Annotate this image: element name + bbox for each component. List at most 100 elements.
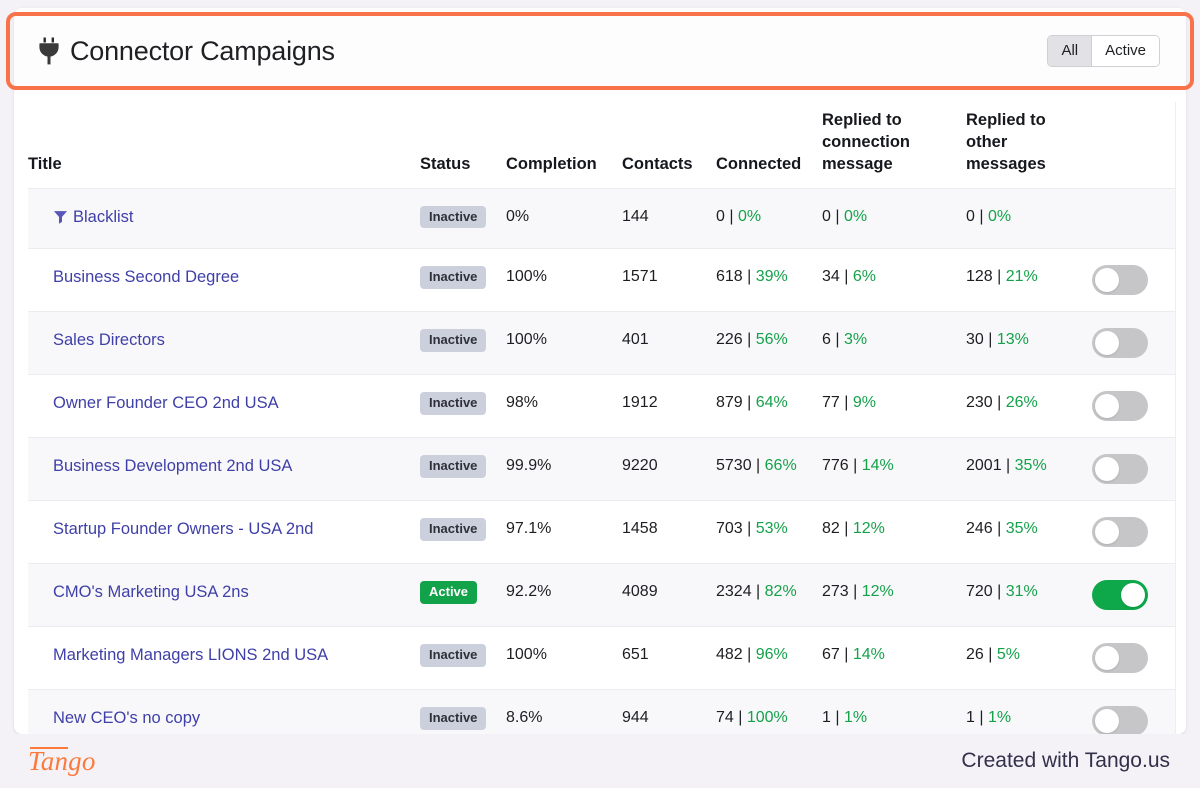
metric-separator: | xyxy=(742,520,756,538)
metric-separator: | xyxy=(839,646,853,664)
column-header-status[interactable]: Status xyxy=(420,102,506,188)
metric-count: 128 xyxy=(966,268,993,286)
cell-connected: 226 | 56% xyxy=(716,312,822,375)
cell-connected: 0 | 0% xyxy=(716,188,822,249)
table-row[interactable]: New CEO's no copy Inactive 8.6% 944 74 | 100… xyxy=(28,689,1186,734)
column-header-completion[interactable]: Completion xyxy=(506,102,622,188)
campaign-title-link[interactable]: Sales Directors xyxy=(53,331,165,349)
cell-toggle xyxy=(1088,501,1186,564)
cell-connected: 5730 | 66% xyxy=(716,438,822,501)
campaign-enable-toggle[interactable] xyxy=(1092,391,1148,422)
campaign-title-link[interactable]: Owner Founder CEO 2nd USA xyxy=(53,394,279,412)
cell-status: Inactive xyxy=(420,312,506,375)
metric-separator: | xyxy=(751,583,765,601)
metric-count: 0 xyxy=(822,207,831,225)
table-row[interactable]: Owner Founder CEO 2nd USA Inactive 98% 1912… xyxy=(28,374,1186,438)
status-badge: Inactive xyxy=(420,644,487,668)
campaign-enable-toggle[interactable] xyxy=(1092,643,1148,674)
campaign-enable-toggle[interactable] xyxy=(1092,580,1148,611)
column-header-replied-to-connection-message[interactable]: Replied to connection message xyxy=(822,102,966,188)
panel-header: Connector Campaigns All Active xyxy=(14,8,1186,94)
cell-replied-to-connection-message: 776 | 14% xyxy=(822,438,966,501)
metric-percent: 96% xyxy=(755,646,788,664)
metric-count: 230 xyxy=(966,394,993,412)
campaign-enable-toggle[interactable] xyxy=(1092,706,1148,734)
metric-percent: 3% xyxy=(843,331,868,349)
metric-percent: 0% xyxy=(987,207,1012,225)
metric-separator: | xyxy=(848,583,862,601)
cell-connected: 482 | 96% xyxy=(716,627,822,690)
metric-percent: 1% xyxy=(987,709,1012,727)
campaign-title-link[interactable]: Blacklist xyxy=(73,208,134,226)
metric-separator: | xyxy=(830,709,844,727)
table-row[interactable]: Business Second Degree Inactive 100% 1571 61… xyxy=(28,248,1186,312)
campaign-title-link[interactable]: New CEO's no copy xyxy=(53,709,200,727)
column-header-contacts[interactable]: Contacts xyxy=(622,102,716,188)
cell-completion: 98% xyxy=(506,394,539,412)
column-header-connected[interactable]: Connected xyxy=(716,102,822,188)
campaign-title-link[interactable]: Startup Founder Owners - USA 2nd xyxy=(53,520,313,538)
campaign-enable-toggle[interactable] xyxy=(1092,517,1148,548)
cell-completion: 99.9% xyxy=(506,457,552,475)
metric-separator: | xyxy=(742,331,756,349)
campaign-title-link[interactable]: CMO's Marketing USA 2ns xyxy=(53,583,249,601)
campaign-title-link[interactable]: Marketing Managers LIONS 2nd USA xyxy=(53,646,328,664)
table-row[interactable]: Startup Founder Owners - USA 2nd Inactive… xyxy=(28,500,1186,564)
metric-separator: | xyxy=(992,268,1006,286)
metric-percent: 31% xyxy=(1005,583,1038,601)
cell-status: Inactive xyxy=(420,690,506,734)
funnel-icon xyxy=(53,208,68,233)
table-body: Blacklist Inactive 0% 144 0 | 0% 0 | 0% 0 | 0%… xyxy=(28,188,1186,734)
metric-separator: | xyxy=(974,207,988,225)
metric-count: 776 xyxy=(822,457,849,475)
metric-separator: | xyxy=(983,331,997,349)
cell-completion: 8.6% xyxy=(506,709,543,727)
metric-count: 1 xyxy=(822,709,831,727)
metric-percent: 35% xyxy=(1014,457,1047,475)
status-badge: Active xyxy=(420,581,478,605)
metric-percent: 9% xyxy=(852,394,876,412)
toggle-knob xyxy=(1095,331,1119,356)
metric-count: 618 xyxy=(716,268,743,286)
status-filter-group[interactable]: All Active xyxy=(1047,35,1160,67)
campaign-enable-toggle[interactable] xyxy=(1092,454,1148,485)
metric-percent: 100% xyxy=(746,709,788,727)
cell-contacts: 651 xyxy=(622,646,649,664)
metric-count: 2001 xyxy=(966,457,1002,475)
metric-percent: 39% xyxy=(755,268,788,286)
campaign-enable-toggle[interactable] xyxy=(1092,328,1148,359)
status-badge: Inactive xyxy=(420,707,487,731)
metric-percent: 0% xyxy=(737,207,762,225)
cell-status: Inactive xyxy=(420,627,506,690)
campaign-enable-toggle[interactable] xyxy=(1092,265,1148,296)
campaign-title-link[interactable]: Business Development 2nd USA xyxy=(53,457,292,475)
table-row[interactable]: CMO's Marketing USA 2ns Active 92.2% 4089 23… xyxy=(28,563,1186,627)
metric-percent: 5% xyxy=(996,646,1020,664)
filter-all-button[interactable]: All xyxy=(1048,36,1093,66)
metric-percent: 66% xyxy=(764,457,797,475)
table-row[interactable]: Business Development 2nd USA Inactive 99.9… xyxy=(28,437,1186,501)
campaigns-table-container[interactable]: Title Status Completion Contacts Connect… xyxy=(28,102,1186,734)
metric-count: 879 xyxy=(716,394,743,412)
metric-percent: 82% xyxy=(764,583,797,601)
campaign-title-link[interactable]: Business Second Degree xyxy=(53,268,239,286)
cell-completion: 0% xyxy=(506,207,530,225)
column-header-title[interactable]: Title xyxy=(28,102,420,188)
metric-separator: | xyxy=(839,268,853,286)
column-header-replied-to-other-messages[interactable]: Replied to other messages xyxy=(966,102,1088,188)
cell-contacts: 4089 xyxy=(622,583,658,601)
table-row[interactable]: Blacklist Inactive 0% 144 0 | 0% 0 | 0% 0 | 0% xyxy=(28,188,1186,249)
filter-active-button[interactable]: Active xyxy=(1092,36,1159,66)
cell-toggle xyxy=(1088,312,1186,375)
table-scrollbar[interactable] xyxy=(1175,102,1186,734)
cell-completion: 100% xyxy=(506,331,547,349)
cell-title: CMO's Marketing USA 2ns xyxy=(28,564,420,627)
metric-percent: 14% xyxy=(861,457,894,475)
cell-status: Inactive xyxy=(420,249,506,312)
cell-title: Sales Directors xyxy=(28,312,420,375)
cell-toggle xyxy=(1088,438,1186,501)
metric-count: 6 xyxy=(822,331,831,349)
table-row[interactable]: Marketing Managers LIONS 2nd USA Inactive… xyxy=(28,626,1186,690)
table-row[interactable]: Sales Directors Inactive 100% 401 226 | 56% 6… xyxy=(28,311,1186,375)
metric-percent: 0% xyxy=(843,207,868,225)
